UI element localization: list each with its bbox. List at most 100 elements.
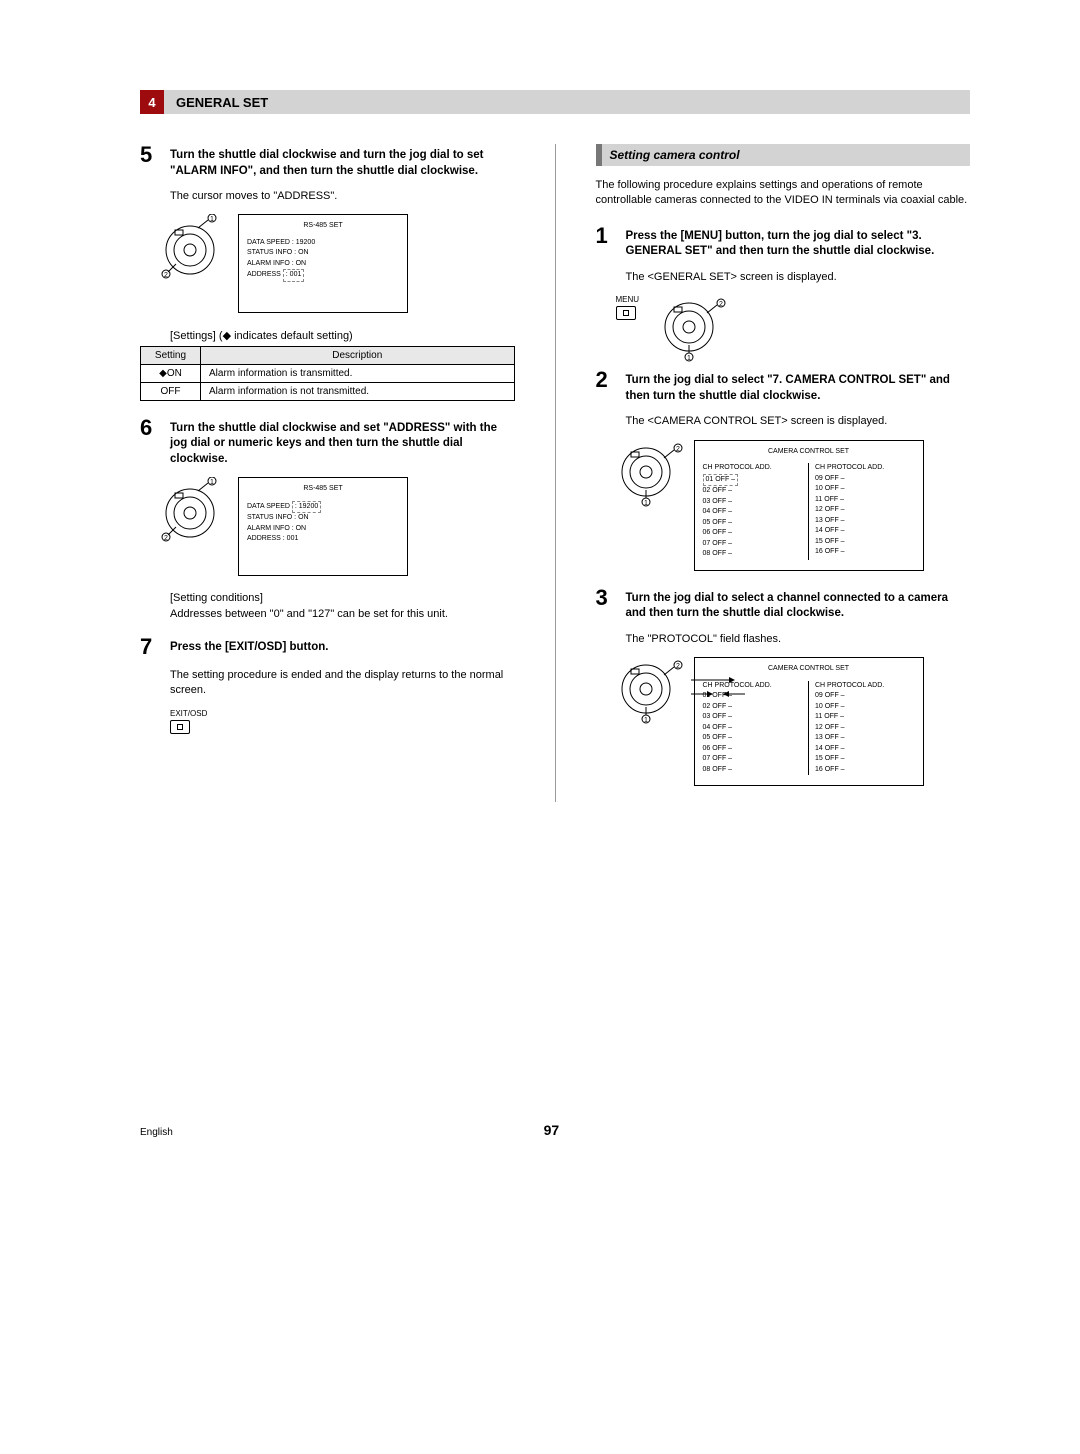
step-text: Press the [EXIT/OSD] button. bbox=[170, 636, 328, 658]
table-row: 12 OFF – bbox=[815, 505, 915, 516]
screen-line: DATA SPEED : 19200 bbox=[247, 501, 399, 514]
table-row: 06 OFF – bbox=[703, 528, 803, 539]
step-body: The "PROTOCOL" field flashes. bbox=[626, 632, 971, 647]
svg-text:1: 1 bbox=[644, 500, 648, 507]
button-icon bbox=[170, 720, 190, 734]
jog-dial-icon: 2 1 bbox=[616, 657, 674, 715]
table-row: 02 OFF – bbox=[703, 486, 803, 497]
settings-table: Setting Description ◆ON Alarm informatio… bbox=[140, 346, 515, 401]
th-description: Description bbox=[201, 346, 515, 364]
table-row: 07 OFF – bbox=[703, 754, 803, 765]
table-row: 16 OFF – bbox=[815, 765, 915, 776]
jog-dial-icon: 1 2 bbox=[160, 477, 218, 535]
exit-osd-button-figure: EXIT/OSD bbox=[170, 709, 515, 734]
col-header: CH PROTOCOL ADD. bbox=[703, 463, 803, 474]
step-body: The <GENERAL SET> screen is displayed. bbox=[626, 270, 971, 285]
table-row: 10 OFF – bbox=[815, 484, 915, 495]
svg-text:1: 1 bbox=[644, 717, 648, 724]
svg-text:1: 1 bbox=[210, 216, 214, 223]
screen-line: ALARM INFO : ON bbox=[247, 524, 399, 535]
step-text: Turn the jog dial to select "7. CAMERA C… bbox=[626, 369, 971, 404]
step-number: 1 bbox=[596, 225, 614, 260]
screen-line: DATA SPEED : 19200 bbox=[247, 238, 399, 249]
td: OFF bbox=[141, 382, 201, 400]
section-number: 4 bbox=[140, 90, 164, 114]
step-text: Turn the jog dial to select a channel co… bbox=[626, 587, 971, 622]
table-row: 11 OFF – bbox=[815, 712, 915, 723]
table-row: 04 OFF – bbox=[703, 507, 803, 518]
table-row: 15 OFF – bbox=[815, 537, 915, 548]
step-number: 2 bbox=[596, 369, 614, 404]
step-5: 5 Turn the shuttle dial clockwise and tu… bbox=[140, 144, 515, 179]
figure-row: 1 2 RS-485 SET DATA SPEED : 19200 STATUS… bbox=[160, 477, 515, 576]
td: Alarm information is not transmitted. bbox=[201, 382, 515, 400]
section-title: GENERAL SET bbox=[176, 95, 268, 110]
button-label: EXIT/OSD bbox=[170, 709, 207, 718]
table-row: 08 OFF – bbox=[703, 765, 803, 776]
left-column: 5 Turn the shuttle dial clockwise and tu… bbox=[140, 144, 515, 802]
table-row: 01 OFF – bbox=[703, 474, 739, 487]
svg-text:2: 2 bbox=[164, 535, 168, 542]
screen-rs485: RS-485 SET DATA SPEED : 19200 STATUS INF… bbox=[238, 477, 408, 576]
step-6: 6 Turn the shuttle dial clockwise and se… bbox=[140, 417, 515, 468]
screen-title: CAMERA CONTROL SET bbox=[703, 447, 915, 458]
jog-dial-icon: 2 1 bbox=[616, 440, 674, 498]
setting-conditions-body: Addresses between "0" and "127" can be s… bbox=[170, 608, 515, 620]
button-icon bbox=[616, 306, 636, 320]
table-row: 14 OFF – bbox=[815, 526, 915, 537]
page-number: 97 bbox=[173, 1122, 930, 1138]
subheader: Setting camera control bbox=[596, 144, 971, 166]
td: ◆ON bbox=[141, 364, 201, 382]
svg-text:1: 1 bbox=[687, 355, 691, 362]
table-row: 12 OFF – bbox=[815, 723, 915, 734]
cursor-field: : 19200 bbox=[292, 501, 321, 514]
table-row: 05 OFF – bbox=[703, 733, 803, 744]
step-body: The <CAMERA CONTROL SET> screen is displ… bbox=[626, 414, 971, 429]
table-row: 16 OFF – bbox=[815, 547, 915, 558]
table-row: 13 OFF – bbox=[815, 516, 915, 527]
svg-text:1: 1 bbox=[210, 479, 214, 486]
col-header: CH PROTOCOL ADD. bbox=[815, 681, 915, 692]
screen-title: RS-485 SET bbox=[247, 221, 399, 232]
table-row: 11 OFF – bbox=[815, 495, 915, 506]
column-divider bbox=[555, 144, 556, 802]
step-2: 2 Turn the jog dial to select "7. CAMERA… bbox=[596, 369, 971, 404]
arrow-overlay-icon bbox=[689, 666, 749, 716]
language-label: English bbox=[140, 1127, 173, 1138]
screen-camera-control: CAMERA CONTROL SET CH PROTOCOL ADD. 01 O… bbox=[694, 440, 924, 571]
screen-line: ADDRESS : 001 bbox=[247, 534, 399, 545]
button-label: MENU bbox=[616, 295, 640, 304]
table-caption: [Settings] (◆ indicates default setting) bbox=[170, 329, 515, 342]
table-row: 09 OFF – bbox=[815, 691, 915, 702]
step-number: 5 bbox=[140, 144, 158, 179]
figure-row: 1 2 RS-485 SET DATA SPEED : 19200 STATUS… bbox=[160, 214, 515, 313]
table-row: 04 OFF – bbox=[703, 723, 803, 734]
step-3: 3 Turn the jog dial to select a channel … bbox=[596, 587, 971, 622]
table-row: 06 OFF – bbox=[703, 744, 803, 755]
svg-text:2: 2 bbox=[676, 663, 680, 670]
table-row: 08 OFF – bbox=[703, 549, 803, 560]
screen-title: RS-485 SET bbox=[247, 484, 399, 495]
step-number: 3 bbox=[596, 587, 614, 622]
table-row: 03 OFF – bbox=[703, 497, 803, 508]
table-row: 05 OFF – bbox=[703, 518, 803, 529]
intro-text: The following procedure explains setting… bbox=[596, 178, 971, 209]
screen-camera-control: CAMERA CONTROL SET CH PROTOCOL ADD. 01 O… bbox=[694, 657, 924, 786]
figure-row: 2 1 CAMERA CONTROL SET CH PROTOCOL ADD. … bbox=[616, 440, 971, 571]
step-number: 7 bbox=[140, 636, 158, 658]
table-row: 10 OFF – bbox=[815, 702, 915, 713]
step-number: 6 bbox=[140, 417, 158, 468]
jog-dial-icon: 2 1 bbox=[659, 295, 717, 353]
step-1: 1 Press the [MENU] button, turn the jog … bbox=[596, 225, 971, 260]
screen-line: ALARM INFO : ON bbox=[247, 259, 399, 270]
step-text: Turn the shuttle dial clockwise and set … bbox=[170, 417, 515, 468]
cursor-field: : 001 bbox=[283, 269, 305, 282]
setting-conditions: [Setting conditions] bbox=[170, 592, 515, 604]
td: Alarm information is transmitted. bbox=[201, 364, 515, 382]
section-header: 4 GENERAL SET bbox=[140, 90, 970, 114]
jog-dial-icon: 1 2 bbox=[160, 214, 218, 272]
table-row: 14 OFF – bbox=[815, 744, 915, 755]
menu-button-figure: MENU bbox=[616, 295, 640, 320]
step-text: Turn the shuttle dial clockwise and turn… bbox=[170, 144, 515, 179]
table-row: 15 OFF – bbox=[815, 754, 915, 765]
